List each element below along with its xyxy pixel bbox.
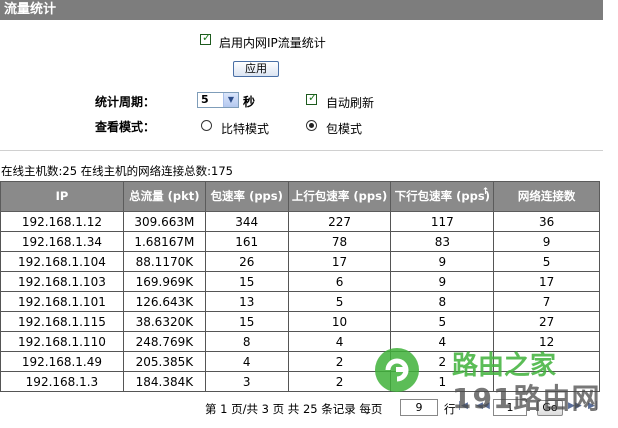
table-cell: 6	[287, 271, 392, 292]
table-cell: 1.68167M	[122, 231, 206, 252]
table-header-row: IP 总流量 (pkt) 包速率 (pps) 上行包速率 (pps) 下行包速率…	[0, 181, 600, 212]
period-label: 统计周期：	[95, 95, 156, 109]
table-cell: 17	[287, 251, 392, 272]
table-cell: 192.168.1.34	[0, 231, 124, 252]
packet-mode-label: 包模式	[326, 122, 363, 136]
table-cell: 309.663M	[122, 211, 206, 232]
auto-refresh-label: 自动刷新	[326, 96, 375, 110]
table-cell: 78	[287, 231, 392, 252]
table-cell: 3	[204, 371, 289, 392]
table-cell: 161	[204, 231, 289, 252]
pager-text: 第 1 页/共 3 页 共 25 条记录 每页	[205, 402, 383, 416]
table-cell: 7	[493, 291, 600, 312]
period-value: 5	[201, 93, 209, 106]
watermark-subtitle: 191路由网	[452, 382, 601, 415]
table-cell: 8	[390, 291, 495, 312]
column-header-up[interactable]: 上行包速率 (pps)	[287, 181, 392, 212]
table-cell: 192.168.1.12	[0, 211, 124, 232]
table-cell: 169.969K	[122, 271, 206, 292]
table-cell: 192.168.1.104	[0, 251, 124, 272]
table-cell: 5	[390, 311, 495, 332]
table-cell: 38.6320K	[122, 311, 206, 332]
column-header-ip[interactable]: IP	[0, 181, 124, 212]
table-cell: 117	[390, 211, 495, 232]
enable-checkbox[interactable]: ✓	[200, 31, 212, 45]
table-cell: 192.168.1.3	[0, 371, 124, 392]
table-cell: 17	[493, 271, 600, 292]
period-unit: 秒	[243, 95, 256, 109]
watermark: 路由之家 191路由网	[370, 345, 618, 425]
table-cell: 192.168.1.110	[0, 331, 124, 352]
table-cell: 26	[204, 251, 289, 272]
auto-refresh-checkbox[interactable]: ✓	[306, 91, 318, 105]
table-row: 192.168.1.103 169.969K 15 6 9 17	[0, 271, 600, 292]
check-icon: ✓	[308, 91, 318, 104]
period-select[interactable]: 5 ▼	[197, 92, 239, 108]
table-cell: 27	[493, 311, 600, 332]
table-cell: 192.168.1.115	[0, 311, 124, 332]
table-cell: 184.384K	[122, 371, 206, 392]
chevron-down-icon[interactable]: ▼	[223, 93, 238, 107]
bit-mode-label: 比特模式	[221, 122, 270, 136]
table-cell: 205.385K	[122, 351, 206, 372]
divider	[0, 150, 603, 151]
table-cell: 192.168.1.49	[0, 351, 124, 372]
table-cell: 36	[493, 211, 600, 232]
table-cell: 126.643K	[122, 291, 206, 312]
table-cell: 9	[390, 251, 495, 272]
table-cell: 344	[204, 211, 289, 232]
column-header-connections[interactable]: 网络连接数	[493, 181, 600, 212]
table-cell: 15	[204, 311, 289, 332]
table-row: 192.168.1.115 38.6320K 15 10 5 27	[0, 311, 600, 332]
table-cell: 8	[204, 331, 289, 352]
table-cell: 192.168.1.101	[0, 291, 124, 312]
column-header-rate[interactable]: 包速率 (pps)	[204, 181, 289, 212]
table-cell: 15	[204, 271, 289, 292]
table-cell: 192.168.1.103	[0, 271, 124, 292]
table-cell: 5	[287, 291, 392, 312]
table-cell: 248.769K	[122, 331, 206, 352]
table-cell: 9	[390, 271, 495, 292]
table-row: 192.168.1.12 309.663M 344 227 117 36	[0, 211, 600, 232]
check-icon: ✓	[202, 31, 212, 44]
table-row: 192.168.1.104 88.1170K 26 17 9 5	[0, 251, 600, 272]
table-cell: 4	[204, 351, 289, 372]
column-header-down[interactable]: 下行包速率 (pps) ↑	[390, 181, 495, 212]
table-cell: 10	[287, 311, 392, 332]
bit-mode-radio[interactable]	[201, 120, 212, 131]
summary-text: 在线主机数:25 在线主机的网络连接总数:175	[1, 164, 233, 178]
table-row: 192.168.1.101 126.643K 13 5 8 7	[0, 291, 600, 312]
table-row: 192.168.1.34 1.68167M 161 78 83 9	[0, 231, 600, 252]
mode-label: 查看模式：	[95, 120, 156, 134]
sort-up-icon: ↑	[481, 187, 490, 197]
column-header-total[interactable]: 总流量 (pkt)	[122, 181, 206, 212]
table-cell: 227	[287, 211, 392, 232]
packet-mode-radio[interactable]	[306, 120, 317, 131]
enable-label: 启用内网IP流量统计	[219, 36, 326, 50]
table-cell: 5	[493, 251, 600, 272]
table-cell: 9	[493, 231, 600, 252]
table-cell: 88.1170K	[122, 251, 206, 272]
apply-button[interactable]: 应用	[233, 61, 279, 77]
column-header-down-label: 下行包速率 (pps)	[394, 189, 490, 203]
table-cell: 13	[204, 291, 289, 312]
section-title: 流量统计	[0, 0, 603, 20]
table-cell: 83	[390, 231, 495, 252]
